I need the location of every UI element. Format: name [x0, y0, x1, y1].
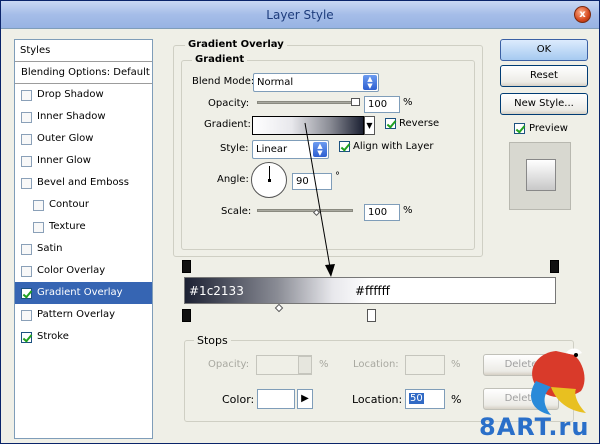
style-item-outer-glow[interactable]: Outer Glow — [15, 128, 152, 150]
style-item-contour[interactable]: Contour — [15, 194, 152, 216]
style-item-checkbox[interactable] — [21, 155, 32, 167]
stop-color-label: Color: — [222, 393, 255, 406]
opacity-slider-thumb[interactable] — [351, 98, 360, 106]
stop-opacity-arrow[interactable] — [298, 356, 312, 374]
style-item-checkbox[interactable] — [21, 111, 32, 123]
gradient-dropdown-icon[interactable]: ▼ — [364, 116, 375, 135]
stops-title: Stops — [194, 334, 231, 347]
style-item-label: Stroke — [37, 331, 69, 342]
stop-color-location-unit: % — [451, 393, 462, 406]
watermark-text: 8ART.ru — [479, 413, 590, 441]
styles-list: Styles Blending Options: Default Drop Sha… — [14, 39, 153, 439]
stop-location-label: Location: — [353, 359, 399, 370]
style-item-label: Contour — [49, 199, 89, 210]
style-item-label: Color Overlay — [37, 265, 106, 276]
style-item-checkbox[interactable] — [33, 199, 44, 211]
opacity-unit: % — [403, 97, 413, 108]
style-item-checkbox[interactable] — [21, 89, 32, 101]
style-item-label: Gradient Overlay — [37, 287, 123, 298]
midpoint-diamond[interactable] — [274, 303, 284, 313]
style-item-checkbox[interactable] — [33, 221, 44, 233]
stop-location-unit: % — [451, 359, 461, 370]
parrot-logo — [531, 348, 586, 415]
color-arrow-icon[interactable]: ▶ — [297, 389, 313, 409]
style-item-drop-shadow[interactable]: Drop Shadow — [15, 84, 152, 106]
preview-checkbox[interactable] — [514, 123, 525, 134]
style-item-label: Outer Glow — [37, 133, 94, 144]
opacity-stop-left[interactable] — [182, 260, 191, 273]
close-button[interactable]: x — [574, 6, 591, 23]
angle-label: Angle: — [217, 174, 249, 185]
style-item-label: Inner Shadow — [37, 111, 106, 122]
opacity-input[interactable]: 100 — [364, 96, 400, 113]
title-bar: Layer Style x — [1, 1, 599, 29]
style-item-checkbox[interactable] — [21, 331, 32, 343]
style-item-label: Inner Glow — [37, 155, 91, 166]
color-stop-left[interactable] — [182, 309, 191, 322]
stop-opacity-label: Opacity: — [208, 359, 250, 370]
opacity-label: Opacity: — [208, 98, 250, 109]
blend-mode-select[interactable]: Normal ▲ ▼ — [253, 73, 379, 92]
reverse-label: Reverse — [399, 118, 440, 129]
style-item-label: Texture — [49, 221, 86, 232]
section-title: Gradient Overlay — [185, 39, 287, 50]
stop-color-swatch[interactable] — [257, 389, 295, 409]
blend-mode-value: Normal — [257, 77, 294, 88]
style-item-color-overlay[interactable]: Color Overlay — [15, 260, 152, 282]
reset-button[interactable]: Reset — [500, 65, 588, 87]
styles-header[interactable]: Styles — [15, 40, 152, 62]
reverse-checkbox[interactable] — [385, 118, 396, 129]
preview-swatch — [526, 159, 556, 191]
scale-input[interactable]: 100 — [364, 204, 400, 221]
style-item-pattern-overlay[interactable]: Pattern Overlay — [15, 304, 152, 326]
style-item-label: Drop Shadow — [37, 89, 104, 100]
style-preview — [509, 142, 571, 210]
stop-location-input[interactable] — [405, 355, 445, 375]
select-arrow-icon: ▲ ▼ — [363, 75, 377, 90]
style-item-checkbox[interactable] — [21, 177, 32, 189]
stop-color-location-input[interactable]: 50 — [405, 389, 445, 409]
style-item-checkbox[interactable] — [21, 265, 32, 277]
end-color-label: #ffffff — [355, 284, 390, 298]
color-stop-right[interactable] — [367, 309, 376, 322]
style-item-checkbox[interactable] — [21, 287, 32, 299]
blend-mode-label: Blend Mode: — [192, 76, 255, 87]
angle-dial[interactable] — [251, 162, 287, 198]
style-item-label: Blending Options: Default — [21, 66, 150, 78]
new-style-button[interactable]: New Style... — [500, 93, 588, 115]
align-with-layer-label: Align with Layer — [353, 141, 434, 152]
stop-color-location-label: Location: — [352, 393, 403, 406]
style-item-inner-shadow[interactable]: Inner Shadow — [15, 106, 152, 128]
window-title: Layer Style — [266, 8, 334, 22]
style-item-checkbox[interactable] — [21, 133, 32, 145]
style-item-label: Satin — [37, 243, 63, 254]
style-item-label: Bevel and Emboss — [37, 177, 129, 188]
style-item-blending-options-default[interactable]: Blending Options: Default — [15, 62, 152, 84]
style-item-satin[interactable]: Satin — [15, 238, 152, 260]
gradient-label: Gradient: — [204, 119, 251, 130]
style-item-checkbox[interactable] — [21, 309, 32, 321]
scale-label: Scale: — [221, 206, 252, 217]
start-color-label: #1c2133 — [189, 284, 244, 298]
layer-style-dialog: Layer Style x Styles Blending Options: D… — [0, 0, 600, 444]
style-item-label: Pattern Overlay — [37, 309, 116, 320]
annotation-arrow — [304, 122, 335, 277]
opacity-stop-right[interactable] — [550, 260, 559, 273]
gradient-bar[interactable]: #1c2133 #ffffff — [184, 277, 556, 304]
scale-unit: % — [403, 205, 413, 216]
style-item-inner-glow[interactable]: Inner Glow — [15, 150, 152, 172]
opacity-slider[interactable] — [257, 101, 357, 104]
style-item-gradient-overlay[interactable]: Gradient Overlay — [15, 282, 152, 304]
group-title: Gradient — [192, 54, 248, 65]
stop-opacity-unit: % — [319, 359, 329, 370]
style-item-bevel-and-emboss[interactable]: Bevel and Emboss — [15, 172, 152, 194]
preview-label: Preview — [529, 123, 568, 134]
ok-button[interactable]: OK — [500, 39, 588, 61]
style-item-checkbox[interactable] — [21, 243, 32, 255]
location-selected-text: 50 — [409, 393, 424, 404]
style-value: Linear — [256, 144, 288, 155]
style-item-stroke[interactable]: Stroke — [15, 326, 152, 348]
style-item-texture[interactable]: Texture — [15, 216, 152, 238]
style-label: Style: — [220, 143, 249, 154]
